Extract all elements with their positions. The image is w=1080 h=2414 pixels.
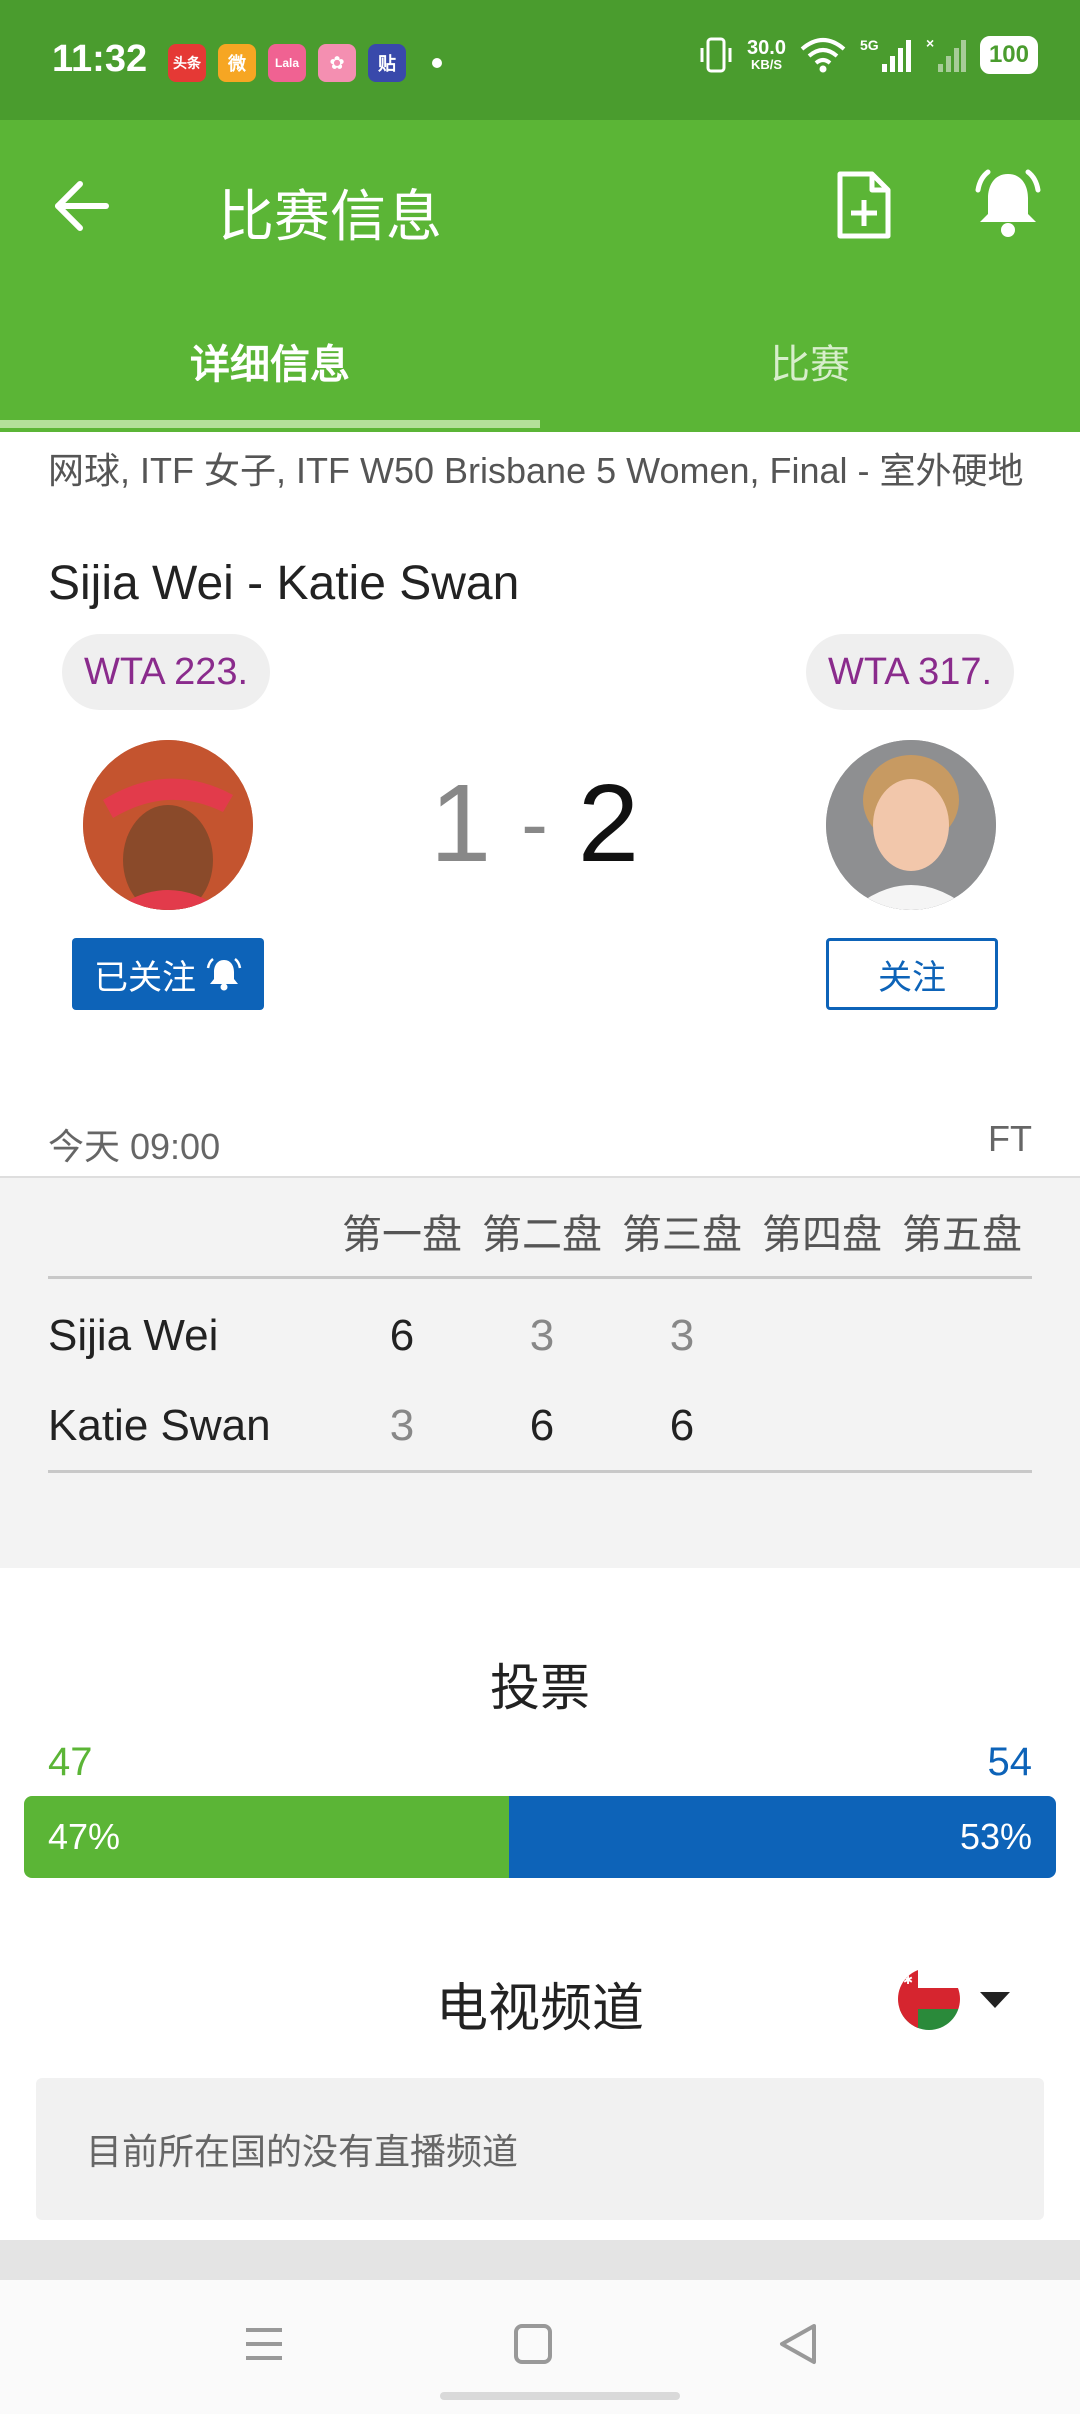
svg-text:×: × bbox=[926, 36, 934, 51]
score-right: 2 bbox=[577, 762, 640, 885]
bell-ringing-icon bbox=[206, 958, 242, 991]
set-header: 第一盘 bbox=[342, 1212, 462, 1258]
match-score: 1 - 2 bbox=[430, 760, 639, 887]
wifi-icon bbox=[800, 38, 846, 73]
score-left: 1 bbox=[430, 762, 492, 885]
chevron-down-icon[interactable] bbox=[980, 1990, 1010, 2010]
more-notifications-dot bbox=[432, 58, 442, 68]
set-score: 3 bbox=[529, 1311, 555, 1360]
back-triangle-icon[interactable] bbox=[778, 2322, 818, 2366]
flower-app-icon: ✿ bbox=[318, 44, 356, 82]
status-bar: 11:32 头条 微 Lala ✿ 贴 30.0 KB/S 5G × 100 bbox=[0, 0, 1080, 120]
tab-bar: 详细信息 比赛 bbox=[0, 290, 1080, 432]
table-row: Katie Swan 3 6 6 bbox=[48, 1396, 1032, 1456]
left-player-rank: WTA 223. bbox=[62, 634, 271, 710]
signal-5g-icon: 5G bbox=[860, 37, 911, 72]
set-score: 3 bbox=[669, 1311, 695, 1360]
vibrate-icon bbox=[700, 37, 732, 73]
flag-graphic: ✱ bbox=[898, 1968, 960, 2030]
vote-title: 投票 bbox=[490, 1659, 590, 1717]
row-player-name: Katie Swan bbox=[48, 1401, 271, 1450]
score-separator: - bbox=[521, 778, 548, 868]
vote-bar[interactable]: 47% 53% bbox=[24, 1796, 1056, 1878]
set-headers: 第一盘 第二盘 第三盘 第四盘 第五盘 bbox=[332, 1202, 1032, 1260]
app-bar: 比赛信息 bbox=[0, 120, 1080, 290]
set-header: 第三盘 bbox=[622, 1212, 742, 1258]
table-divider bbox=[48, 1470, 1032, 1473]
set-header: 第四盘 bbox=[762, 1212, 882, 1258]
table-divider bbox=[48, 1276, 1032, 1279]
set-score-table: 第一盘 第二盘 第三盘 第四盘 第五盘 Sijia Wei 6 3 3 Kati… bbox=[0, 1176, 1080, 1568]
notification-app-icons: 头条 微 Lala ✿ 贴 bbox=[168, 44, 442, 82]
status-time: 11:32 bbox=[52, 38, 148, 80]
right-player-avatar[interactable] bbox=[826, 740, 996, 910]
pink-app-icon: Lala bbox=[268, 44, 306, 82]
weibo-icon: 微 bbox=[218, 44, 256, 82]
right-player-photo bbox=[826, 740, 996, 910]
page-title: 比赛信息 bbox=[218, 185, 442, 250]
oman-flag-icon[interactable]: ✱ bbox=[898, 1968, 960, 2030]
add-document-icon[interactable] bbox=[832, 170, 896, 240]
vote-right-segment[interactable]: 53% bbox=[509, 1796, 1056, 1878]
match-meta: 网球, ITF 女子, ITF W50 Brisbane 5 Women, Fi… bbox=[48, 450, 1024, 491]
recent-apps-icon[interactable] bbox=[244, 2324, 284, 2364]
right-player-rank: WTA 317. bbox=[806, 634, 1015, 710]
tv-channels-empty-message: 目前所在国的没有直播频道 bbox=[36, 2078, 1044, 2220]
section-divider bbox=[0, 2240, 1080, 2280]
back-arrow-icon[interactable] bbox=[52, 176, 112, 236]
network-speed-value: 30.0 bbox=[747, 37, 786, 59]
set-score: 6 bbox=[389, 1311, 415, 1360]
tieba-icon: 贴 bbox=[368, 44, 406, 82]
home-icon[interactable] bbox=[514, 2324, 552, 2364]
match-time-row: 今天 09:00 FT bbox=[48, 1118, 1032, 1170]
network-speed: 30.0 KB/S bbox=[747, 38, 786, 72]
table-row: Sijia Wei 6 3 3 bbox=[48, 1306, 1032, 1366]
svg-text:5G: 5G bbox=[860, 37, 879, 53]
set-header: 第二盘 bbox=[482, 1212, 602, 1258]
match-status: FT bbox=[988, 1118, 1032, 1159]
signal-sim2-icon: × bbox=[926, 36, 966, 72]
match-start-time: 今天 09:00 bbox=[48, 1126, 221, 1167]
notification-bell-icon[interactable] bbox=[972, 168, 1044, 240]
tab-matches[interactable]: 比赛 bbox=[540, 290, 1080, 432]
set-score: 6 bbox=[529, 1401, 555, 1450]
vote-count-right: 54 bbox=[987, 1740, 1033, 1784]
following-label: 已关注 bbox=[94, 957, 196, 998]
vote-count-left: 47 bbox=[48, 1740, 93, 1784]
set-score: 3 bbox=[389, 1401, 415, 1450]
match-title: Sijia Wei - Katie Swan bbox=[48, 557, 520, 610]
set-score: 6 bbox=[669, 1401, 695, 1450]
row-player-name: Sijia Wei bbox=[48, 1311, 219, 1360]
left-player-avatar[interactable] bbox=[83, 740, 253, 910]
following-button-left[interactable]: 已关注 bbox=[72, 938, 264, 1010]
gesture-handle[interactable] bbox=[440, 2392, 680, 2400]
tab-indicator bbox=[0, 420, 540, 428]
vote-left-segment[interactable]: 47% bbox=[24, 1796, 510, 1878]
follow-button-right[interactable]: 关注 bbox=[826, 938, 998, 1010]
set-header: 第五盘 bbox=[902, 1212, 1022, 1258]
toutiao-icon: 头条 bbox=[168, 44, 206, 82]
network-speed-unit: KB/S bbox=[750, 57, 783, 72]
system-navigation-bar bbox=[0, 2280, 1080, 2414]
left-player-photo bbox=[83, 740, 253, 910]
tab-details[interactable]: 详细信息 bbox=[0, 290, 540, 432]
status-indicators: 30.0 KB/S 5G × 100 bbox=[699, 36, 1038, 74]
battery-indicator: 100 bbox=[979, 36, 1038, 74]
